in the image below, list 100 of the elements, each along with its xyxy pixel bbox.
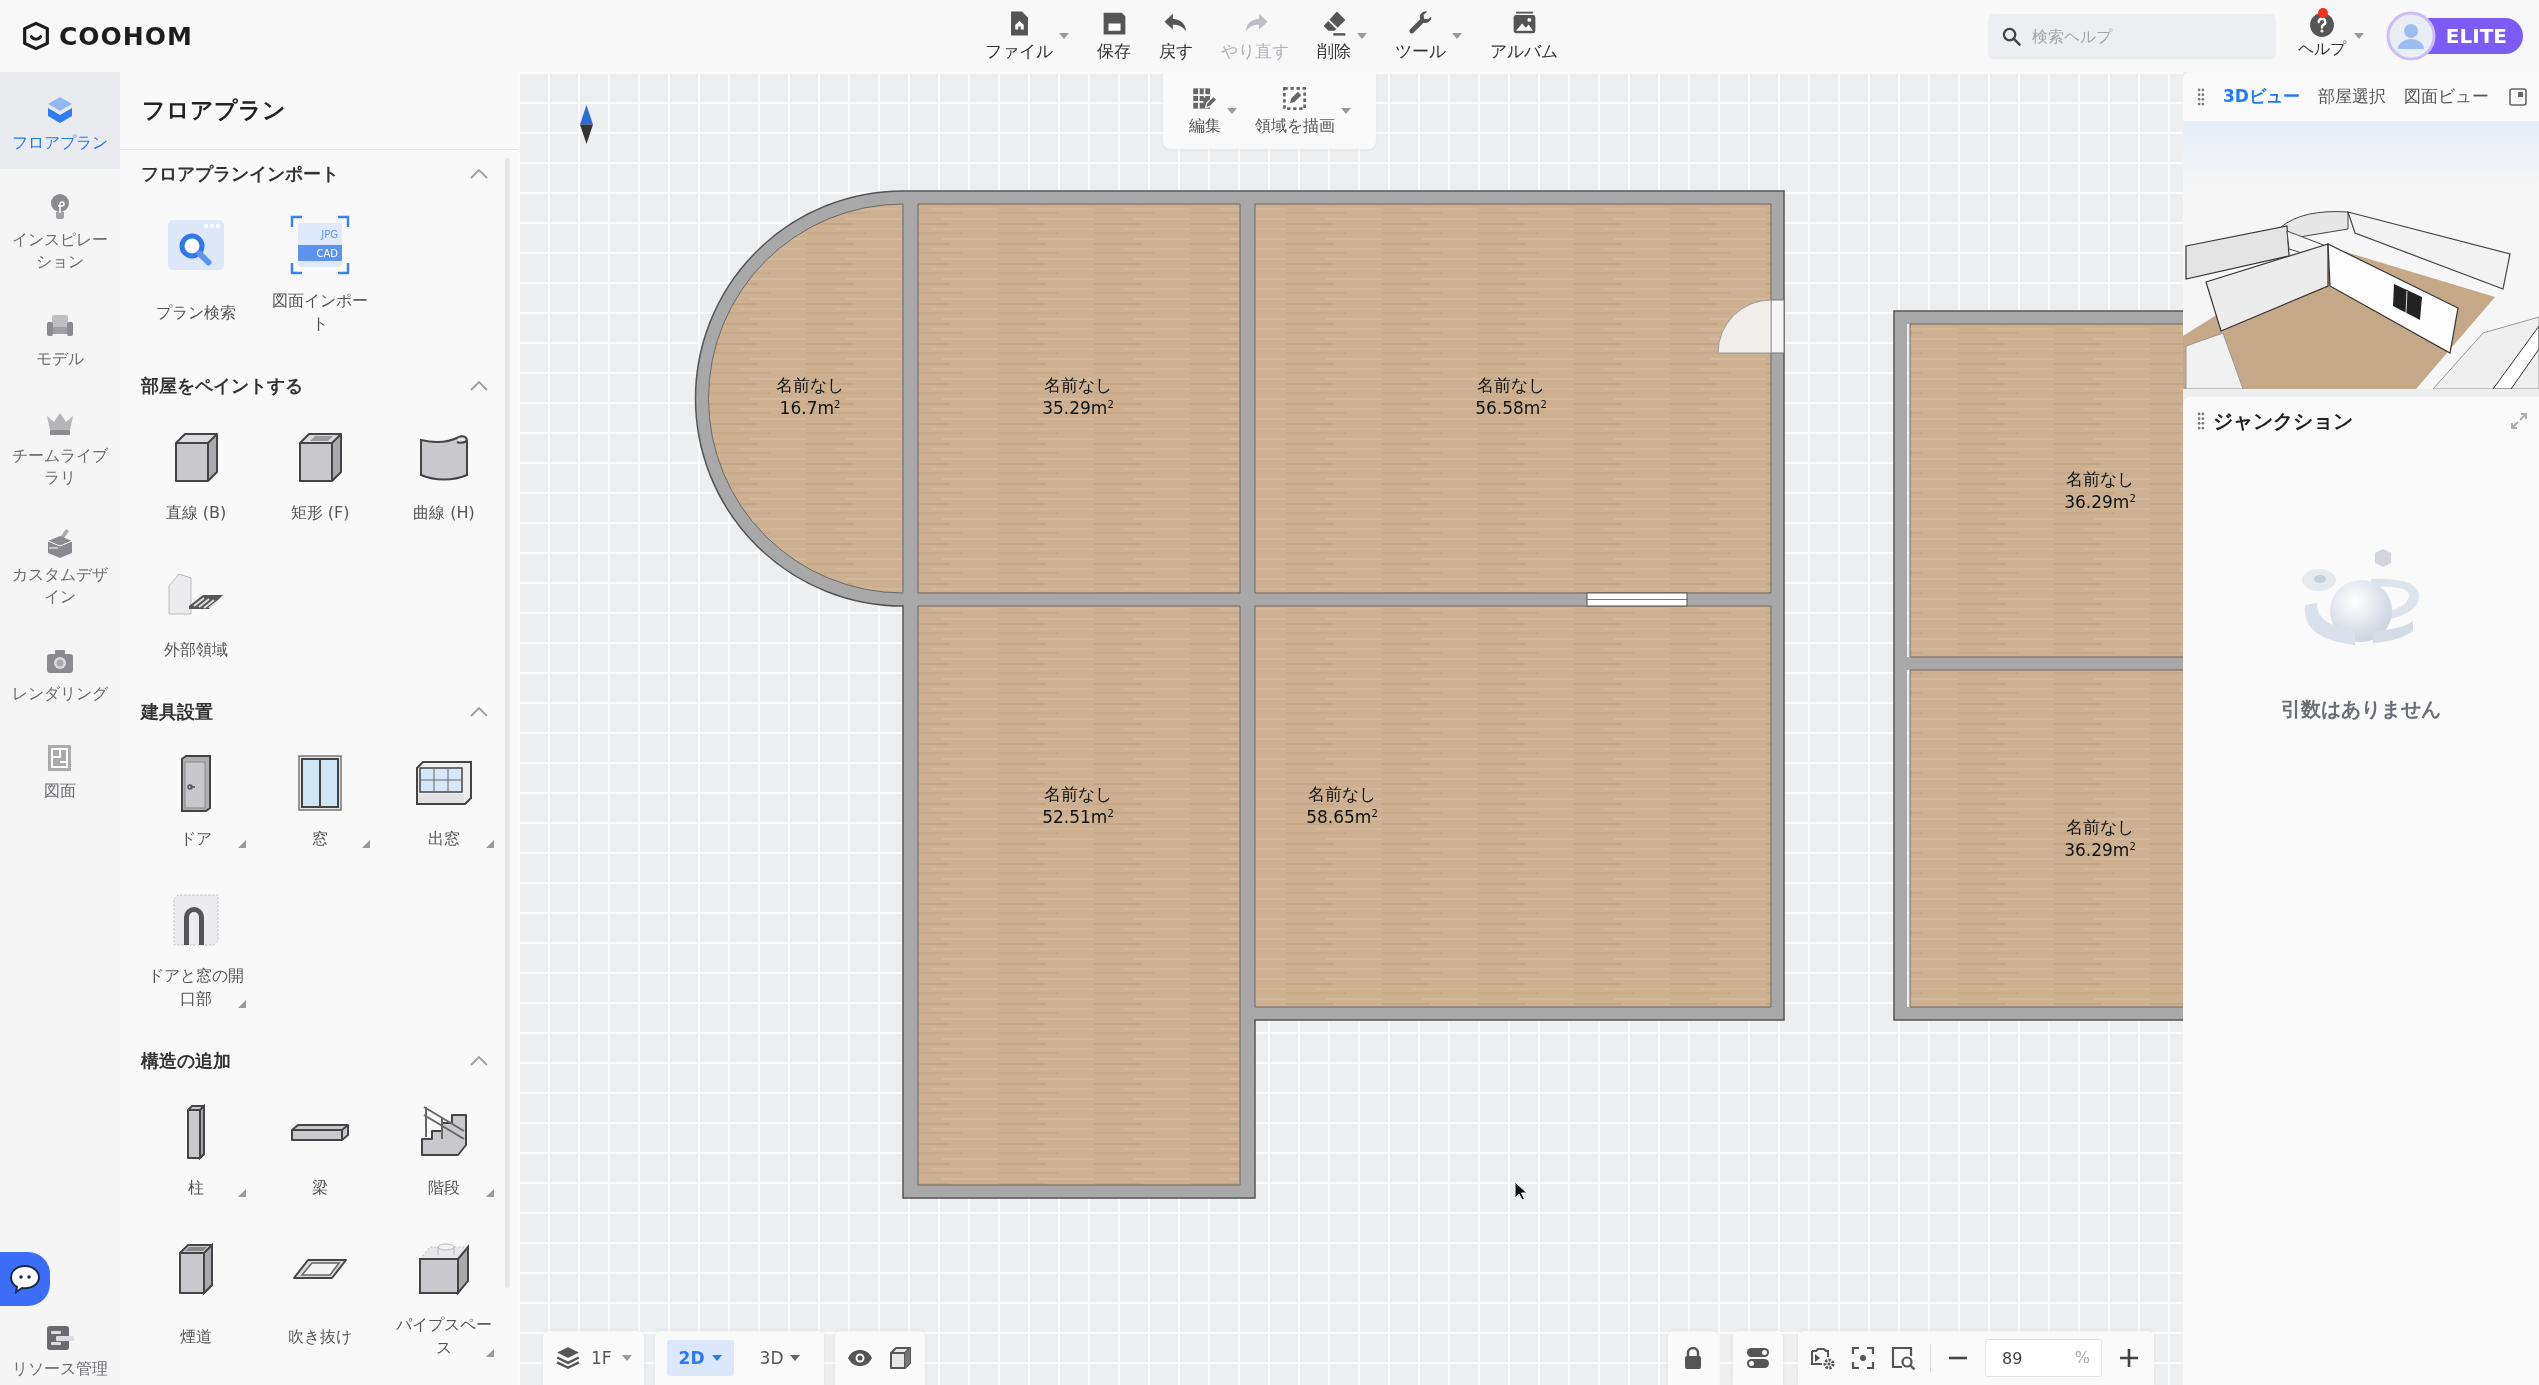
- cube-outline-icon[interactable]: [887, 1345, 914, 1371]
- dock-window-icon[interactable]: [2509, 87, 2527, 106]
- tool-item[interactable]: 曲線 (H): [382, 425, 506, 524]
- room-name: 名前なし: [776, 375, 844, 395]
- nav-rail-item[interactable]: モデル: [0, 288, 120, 385]
- floor-opening-icon: [292, 1258, 348, 1280]
- caret-down-icon: [711, 1355, 722, 1361]
- compass-needle-icon: [580, 105, 593, 144]
- toolbar-button[interactable]: 保存: [1091, 9, 1137, 63]
- section-title: 構造の追加: [141, 1049, 231, 1073]
- toolbar-button[interactable]: 編集: [1188, 84, 1237, 137]
- caret-down-icon: [621, 1355, 632, 1361]
- tool-item[interactable]: 矩形 (F): [258, 425, 382, 524]
- chat-button[interactable]: [0, 1252, 50, 1306]
- tool-item[interactable]: パイプスペース: [382, 1237, 506, 1359]
- tool-item[interactable]: 吹き抜け: [258, 1237, 382, 1359]
- chevron-up-icon[interactable]: [470, 169, 488, 179]
- help-button[interactable]: ヘルプ: [2297, 12, 2364, 60]
- chevron-up-icon[interactable]: [470, 707, 488, 717]
- toolbar-button[interactable]: 削除: [1311, 9, 1373, 63]
- tool-item[interactable]: ドア: [134, 751, 258, 850]
- caret-down-icon: [790, 1355, 801, 1361]
- tool-item[interactable]: 直線 (B): [134, 425, 258, 524]
- room-area: 58.65m$^{2}$: [1306, 803, 1378, 828]
- room-area: 56.58m$^{2}$: [1475, 394, 1547, 419]
- room-name: 名前なし: [1308, 784, 1376, 804]
- toolbar-button[interactable]: アルバム: [1484, 9, 1564, 63]
- window-symbol[interactable]: [1586, 592, 1688, 607]
- pipe-shaft-icon: [418, 1243, 470, 1295]
- door-symbol[interactable]: [1717, 299, 1785, 354]
- toolbar-button[interactable]: 戻す: [1153, 9, 1199, 63]
- drag-handle-icon[interactable]: [2197, 87, 2205, 106]
- room-name: 名前なし: [1044, 375, 1112, 395]
- room-area: 36.29m$^{2}$: [2064, 488, 2136, 513]
- outdoor-area-icon: [168, 573, 224, 615]
- tool-item[interactable]: ドアと窓の開口部: [134, 888, 258, 1010]
- tool-item[interactable]: 柱: [134, 1100, 258, 1199]
- logo-text: COOHOM: [59, 21, 193, 51]
- search-field[interactable]: 検索ヘルプ: [1987, 13, 2276, 59]
- section-title: フロアプランインポート: [141, 162, 339, 186]
- expand-arrows-icon[interactable]: [2511, 413, 2527, 429]
- room-name: 名前なし: [2066, 817, 2134, 837]
- tool-item[interactable]: 外部領域: [134, 562, 258, 661]
- toolbar-button[interactable]: ツール: [1389, 9, 1468, 63]
- magnifier-window-icon: [168, 220, 224, 270]
- drag-handle-icon[interactable]: [2197, 412, 2205, 430]
- drawing-canvas[interactable]: 名前なし 16.7m$^{2}$ 名前なし 35.29m$^{2}$ 名前なし 56.58m$^{2}$ 名前なし 52.51m$^{2}$ 名前なし 58.65m$^{2}$ 名前なし 36.29m$^{2}$ 名前なし 36.29m$^{2}$ 編集 領域を描画 1F 2D 3D 89 %: [518, 72, 2183, 1385]
- empty-message: 引数はありません: [2281, 696, 2441, 723]
- chevron-up-icon[interactable]: [470, 1056, 488, 1066]
- section-title: 建具設置: [141, 700, 213, 724]
- nav-rail-item[interactable]: 図面: [0, 720, 120, 817]
- room-3d-preview-drawing[interactable]: [2183, 121, 2539, 389]
- door-icon: [180, 753, 212, 813]
- panel-title: フロアプラン: [142, 96, 286, 125]
- nav-rail-item[interactable]: チームライブラリ: [0, 385, 120, 504]
- toolbar-button[interactable]: 領域を描画: [1254, 84, 1351, 137]
- file-type-label: JPG: [321, 229, 338, 240]
- view-tab[interactable]: 部屋選択: [2317, 85, 2386, 108]
- room-area: 35.29m$^{2}$: [1042, 394, 1114, 419]
- avatar-icon[interactable]: [2385, 11, 2436, 61]
- hollow-box-icon: [297, 431, 343, 483]
- file-type-label: CAD: [316, 248, 338, 259]
- bay-window-icon: [416, 761, 472, 805]
- room-name: 名前なし: [1044, 784, 1112, 804]
- tool-item[interactable]: 煙道: [134, 1237, 258, 1359]
- question-mark-icon: [2308, 12, 2335, 38]
- nav-rail-item[interactable]: レンダリング: [0, 623, 120, 720]
- room-name: 名前なし: [1477, 375, 1545, 395]
- panel-title: ジャンクション: [2213, 407, 2353, 435]
- curved-wall-icon: [419, 433, 469, 481]
- tool-item[interactable]: 出窓: [382, 751, 506, 850]
- tool-item[interactable]: JPG CAD 図面インポート: [258, 213, 382, 335]
- toggle-switch-icon[interactable]: [1745, 1345, 1771, 1371]
- tool-item[interactable]: 窓: [258, 751, 382, 850]
- chevron-up-icon[interactable]: [470, 381, 488, 391]
- beam-icon: [290, 1122, 350, 1142]
- tool-item[interactable]: 階段: [382, 1100, 506, 1199]
- nav-rail-item[interactable]: インスピレーション: [0, 169, 120, 288]
- toolbar-button[interactable]: ファイル: [979, 9, 1075, 63]
- cube-icon: [173, 431, 219, 483]
- dotted-area-pencil-icon: [1281, 84, 1308, 112]
- nav-rail-item[interactable]: カスタムデザイン: [0, 504, 120, 623]
- mouse-pointer-icon: [1514, 1181, 1528, 1201]
- arch-opening-icon: [173, 894, 219, 946]
- speech-bubble-icon: [9, 1264, 41, 1294]
- zoom-page-icon[interactable]: [1890, 1345, 1916, 1371]
- view-tab[interactable]: 図面ビュー: [2403, 85, 2489, 108]
- view-mode-tab[interactable]: 3D: [747, 1340, 813, 1376]
- nav-rail-item[interactable]: リソース管理: [0, 1314, 120, 1385]
- tool-item[interactable]: 梁: [258, 1100, 382, 1199]
- room-floor[interactable]: [708, 203, 904, 594]
- floor-dropdown[interactable]: 1F: [555, 1345, 632, 1371]
- section-title: 部屋をペイントする: [141, 374, 303, 398]
- layers-icon: [555, 1345, 581, 1371]
- nav-rail-item[interactable]: フロアプラン: [0, 72, 120, 169]
- focus-frame-icon[interactable]: [1850, 1345, 1876, 1371]
- room-area: 16.7m$^{2}$: [779, 394, 841, 419]
- camera-gear-icon[interactable]: [1810, 1345, 1836, 1371]
- view-tab[interactable]: 3Dビュー: [2223, 85, 2300, 108]
- tool-item[interactable]: プラン検索: [134, 213, 258, 335]
